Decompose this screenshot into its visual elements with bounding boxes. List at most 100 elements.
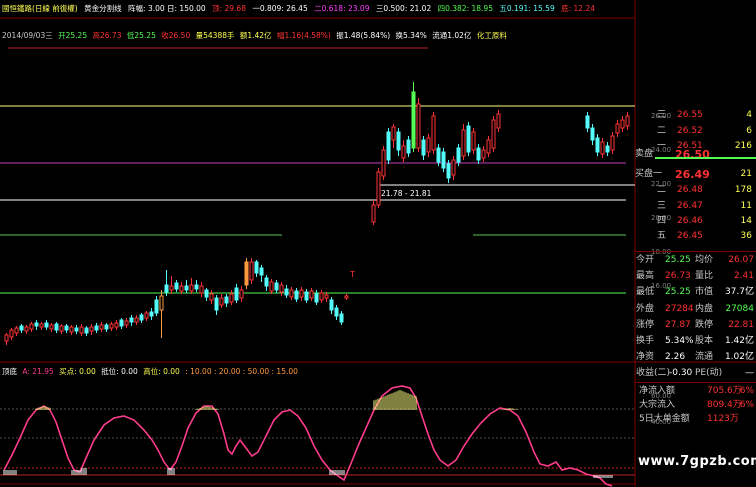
- candle-body: [224, 296, 229, 304]
- stat-value: 37.7亿: [724, 287, 754, 298]
- sell-label: 卖盘: [635, 149, 654, 159]
- indicator-levels: : 10.00 : 20.00 : 50.00 : 15.00: [185, 367, 298, 376]
- candle-body: [294, 290, 299, 300]
- stat-value: 5.34%: [665, 336, 694, 346]
- indicator-a: A: 21.95: [22, 367, 54, 376]
- watermark: www.7gpzb.com: [638, 454, 756, 469]
- candle-body: [386, 131, 391, 161]
- candle-body: [14, 327, 19, 334]
- stock-title: 國恒鐵路(日線 前復權): [2, 4, 78, 13]
- stat-value: —: [745, 368, 754, 379]
- sell-row[interactable]: 卖盘 26.50: [635, 148, 756, 161]
- candle-body: [134, 317, 139, 323]
- stat-value: 26.07: [728, 255, 754, 265]
- bid-row[interactable]: 二 26.48 178: [635, 184, 756, 197]
- candle-body: [154, 299, 159, 314]
- candle-body: [264, 277, 269, 287]
- stat-label: 量比: [695, 271, 714, 282]
- fib-0500: 三0.500: 21.02: [375, 4, 432, 13]
- candle-body: [179, 285, 184, 292]
- bid-price: 26.47: [677, 201, 703, 211]
- info-date: 2014/09/03: [2, 31, 46, 40]
- info-volume: 量54388手: [195, 31, 235, 40]
- info-close: 收26.50: [161, 31, 191, 40]
- t-marker: T: [350, 270, 355, 279]
- stat-value: 25.25: [665, 255, 691, 265]
- indicator-bar-name: 顶底: [2, 367, 17, 376]
- candle-body: [289, 289, 294, 298]
- candle-body: [446, 163, 451, 179]
- bid-row[interactable]: 四 26.46 14: [635, 215, 756, 228]
- stat-row: 最低 25.25 市值 37.7亿: [635, 286, 756, 299]
- stat-label: 最高: [636, 271, 655, 282]
- ask-volume: 4: [746, 110, 752, 120]
- flow-row: 大宗流入 809.4万 6%: [635, 399, 756, 412]
- candle-body: [376, 171, 381, 206]
- candle-body: [59, 325, 64, 332]
- panel-divider: [635, 382, 756, 383]
- candle-body: [324, 294, 329, 299]
- flow-pct: 6%: [739, 386, 754, 396]
- candle-body: [239, 289, 244, 299]
- candle-body: [421, 139, 426, 156]
- candle-body: [486, 139, 491, 154]
- bid-price: 26.46: [677, 216, 703, 226]
- candle-body: [19, 325, 24, 331]
- indicator-high: 高位: 0.00: [143, 367, 180, 376]
- candle-body: [426, 137, 431, 153]
- indicator-low: 抵位: 0.00: [101, 367, 138, 376]
- candle-body: [471, 131, 476, 151]
- stat-label: 今开: [636, 255, 655, 265]
- candle-body: [279, 284, 284, 293]
- candle-body: [309, 290, 314, 299]
- indicator-name: 黄金分割线: [84, 4, 122, 13]
- ask-row[interactable]: 二 26.52 6: [635, 125, 756, 138]
- candle-body: [334, 307, 339, 317]
- candle-body: [149, 311, 154, 317]
- bid-row[interactable]: 三 26.47 11: [635, 200, 756, 213]
- candle-body: [139, 314, 144, 321]
- ask-row[interactable]: 三 26.55 4: [635, 109, 756, 122]
- candle-body: [411, 91, 416, 149]
- candle-body: [431, 115, 436, 151]
- candle-body: [94, 325, 99, 331]
- candle-body: [254, 261, 259, 274]
- flow-value: 809.4万: [707, 400, 742, 410]
- stat-label: 跌停: [695, 319, 714, 330]
- stat-label: 内盘: [695, 303, 714, 314]
- stat-row: 今开 25.25 均价 26.07: [635, 254, 756, 267]
- flow-row: 5日大单金额 1123万: [635, 413, 756, 426]
- candle-body: [466, 125, 471, 153]
- candle-body: [620, 119, 625, 129]
- candle-body: [299, 289, 304, 298]
- ask-price: 26.52: [677, 126, 703, 136]
- candle-body: [339, 313, 344, 323]
- candle-body: [144, 312, 149, 319]
- buy-row[interactable]: 买盘一 26.49 21: [635, 168, 756, 181]
- candle-body: [590, 127, 595, 141]
- info-weekday: 三: [45, 31, 53, 40]
- candle-body: [416, 103, 421, 149]
- bar-info-line: 2014/09/03三 开25.25 高26.73 低25.25 收26.50 …: [2, 30, 510, 41]
- flow-value: 1123万: [707, 414, 739, 424]
- candle-body: [194, 284, 199, 290]
- candle-body: [99, 324, 104, 330]
- buy-volume: 21: [740, 169, 752, 179]
- flow-value: 705.6万: [707, 386, 742, 396]
- chart-header: 國恒鐵路(日線 前復權) 黄金分割线 阵幅: 3.00 日: 150.00 顶:…: [2, 3, 599, 14]
- candle-body: [109, 323, 114, 329]
- stat-value: 22.81: [728, 319, 754, 330]
- stat-label: 股本: [695, 336, 714, 346]
- candle-body: [124, 320, 129, 326]
- candle-body: [209, 293, 214, 301]
- stat-label: 收益(二): [636, 368, 671, 379]
- candle-body: [24, 326, 29, 332]
- ask-level: 三: [657, 110, 667, 120]
- info-turnover: 换5.34%: [395, 31, 427, 40]
- candle-body: [129, 317, 134, 323]
- ask-level: 二: [657, 126, 667, 136]
- candle-body: [259, 267, 264, 276]
- fib-0191: 五0.191: 15.59: [499, 4, 555, 13]
- candle-body: [496, 113, 501, 129]
- panel-divider: [635, 251, 756, 252]
